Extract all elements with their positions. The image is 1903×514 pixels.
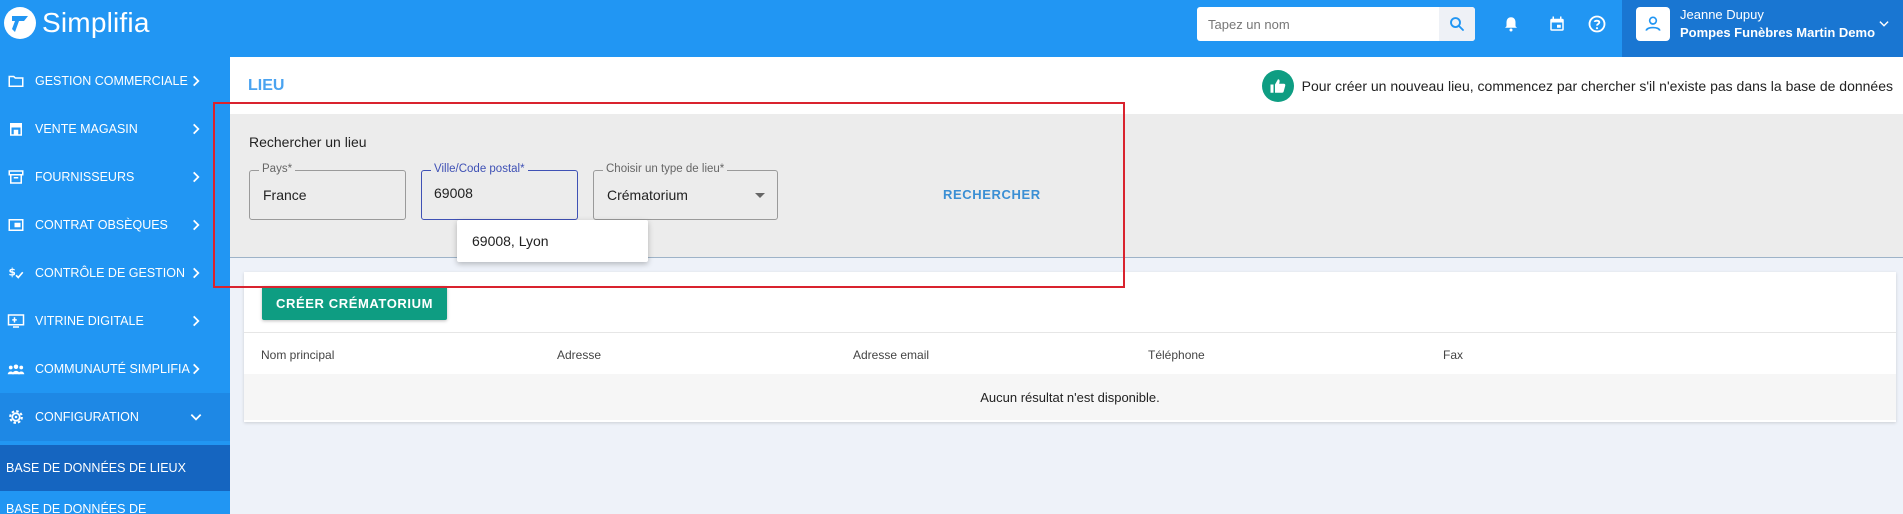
chevron-right-icon xyxy=(193,219,200,231)
place-type-value: Crématorium xyxy=(607,187,688,203)
country-field[interactable]: Pays* France xyxy=(249,163,406,220)
sidebar-item-label: Contrat obsèques xyxy=(35,218,168,232)
chevron-right-icon xyxy=(193,75,200,87)
column-header[interactable]: Nom principal xyxy=(261,348,334,362)
table-empty-row: Aucun résultat n'est disponible. xyxy=(244,374,1896,420)
sidebar-item-label: Fournisseurs xyxy=(35,170,135,184)
gear-icon xyxy=(6,407,26,427)
sidebar: Gestion commerciale Vente magasin Fourni… xyxy=(0,57,230,514)
sidebar-item-label: Gestion commerciale xyxy=(35,74,188,88)
search-panel-title: Rechercher un lieu xyxy=(249,134,367,150)
place-type-label: Choisir un type de lieu* xyxy=(603,163,728,175)
global-search xyxy=(1197,7,1475,41)
notifications-button[interactable] xyxy=(1500,13,1522,35)
sidebar-item-label: Vitrine digitale xyxy=(35,314,144,328)
simplifia-logo-icon xyxy=(4,7,36,39)
sidebar-item-label: Vente magasin xyxy=(35,122,138,136)
sidebar-subitem-base-lieux[interactable]: Base de données de lieux xyxy=(0,445,230,491)
sidebar-item-fournisseurs[interactable]: Fournisseurs xyxy=(0,153,230,201)
contract-icon xyxy=(6,215,26,235)
chevron-right-icon xyxy=(193,123,200,135)
user-menu[interactable]: Jeanne Dupuy Pompes Funèbres Martin Demo xyxy=(1622,0,1903,57)
country-field-label: Pays* xyxy=(259,163,296,175)
chevron-right-icon xyxy=(193,267,200,279)
chevron-down-icon xyxy=(1879,21,1889,27)
svg-text:$: $ xyxy=(9,266,16,278)
chevron-right-icon xyxy=(193,171,200,183)
city-field-label: Ville/Code postal* xyxy=(431,163,528,175)
column-header[interactable]: Téléphone xyxy=(1148,348,1205,362)
calendar-icon xyxy=(1550,16,1564,31)
folder-icon xyxy=(6,71,26,91)
place-type-select[interactable]: Choisir un type de lieu* Crématorium xyxy=(593,163,778,220)
tip-text: Pour créer un nouveau lieu, commencez pa… xyxy=(1301,78,1893,94)
column-header[interactable]: Fax xyxy=(1443,348,1463,362)
sidebar-subitem-label: Base de données de lieux xyxy=(6,461,186,475)
user-company: Pompes Funèbres Martin Demo xyxy=(1680,25,1876,40)
sidebar-item-vente-magasin[interactable]: Vente magasin xyxy=(0,105,230,153)
city-input[interactable] xyxy=(434,185,574,201)
page-title: Lieu xyxy=(248,77,285,94)
results-card: Créer crématorium Nom principal Adresse … xyxy=(244,272,1896,422)
sidebar-item-controle-de-gestion[interactable]: $ Contrôle de gestion xyxy=(0,249,230,297)
search-icon xyxy=(1450,17,1464,31)
search-button[interactable] xyxy=(1439,7,1475,41)
calendar-button[interactable] xyxy=(1546,13,1568,35)
app-name: Simplifia xyxy=(42,7,150,38)
search-submit-button[interactable]: Rechercher xyxy=(943,187,1041,202)
city-suggestion-list: 69008, Lyon xyxy=(457,220,648,262)
sidebar-item-gestion-commerciale[interactable]: Gestion commerciale xyxy=(0,57,230,105)
chevron-right-icon xyxy=(193,315,200,327)
column-header[interactable]: Adresse xyxy=(557,348,601,362)
chevron-right-icon xyxy=(193,363,200,375)
city-suggestion-item[interactable]: 69008, Lyon xyxy=(472,233,549,249)
user-icon xyxy=(1645,16,1661,31)
help-icon xyxy=(1588,15,1606,33)
bell-icon xyxy=(1505,17,1517,32)
user-name: Jeanne Dupuy xyxy=(1680,7,1764,22)
city-field: Ville/Code postal* xyxy=(421,163,578,220)
avatar xyxy=(1636,7,1670,41)
sidebar-item-label: Contrôle de gestion xyxy=(35,266,186,280)
store-icon xyxy=(6,119,26,139)
sidebar-item-label: Configuration xyxy=(35,410,139,424)
sidebar-item-communaute-simplifia[interactable]: Communauté Simplifia xyxy=(0,345,230,393)
monitor-icon xyxy=(6,311,26,331)
chevron-down-icon xyxy=(190,414,202,421)
sidebar-subitem-label: Base de données de xyxy=(6,502,147,514)
sidebar-item-vitrine-digitale[interactable]: Vitrine digitale xyxy=(0,297,230,345)
create-crematorium-button[interactable]: Créer crématorium xyxy=(262,286,448,320)
app-logo[interactable]: Simplifia xyxy=(4,7,150,39)
sidebar-item-configuration[interactable]: Configuration xyxy=(0,393,230,441)
help-button[interactable] xyxy=(1586,13,1608,35)
top-bar: Simplifia Tapez un nom Jeanne Dupuy Pomp… xyxy=(0,0,1903,57)
page-header: Lieu Pour créer un nouveau lieu, commenc… xyxy=(230,57,1903,114)
column-header[interactable]: Adresse email xyxy=(853,348,929,362)
empty-message: Aucun résultat n'est disponible. xyxy=(980,389,1160,405)
archive-box-icon xyxy=(6,167,26,187)
money-check-icon: $ xyxy=(6,263,26,283)
global-search-input[interactable] xyxy=(1197,7,1437,41)
dropdown-arrow-icon xyxy=(755,193,765,198)
community-icon xyxy=(6,359,26,379)
tip-banner: Pour créer un nouveau lieu, commencez pa… xyxy=(1261,70,1893,102)
table-header: Nom principal Adresse Adresse email Télé… xyxy=(244,332,1896,374)
sidebar-item-contrat-obseques[interactable]: Contrat obsèques xyxy=(0,201,230,249)
country-field-value: France xyxy=(263,187,307,203)
sidebar-item-label: Communauté Simplifia xyxy=(35,362,190,376)
thumbs-up-icon xyxy=(1261,70,1294,102)
sidebar-subitem-base-donnees[interactable]: Base de données de xyxy=(0,491,230,514)
